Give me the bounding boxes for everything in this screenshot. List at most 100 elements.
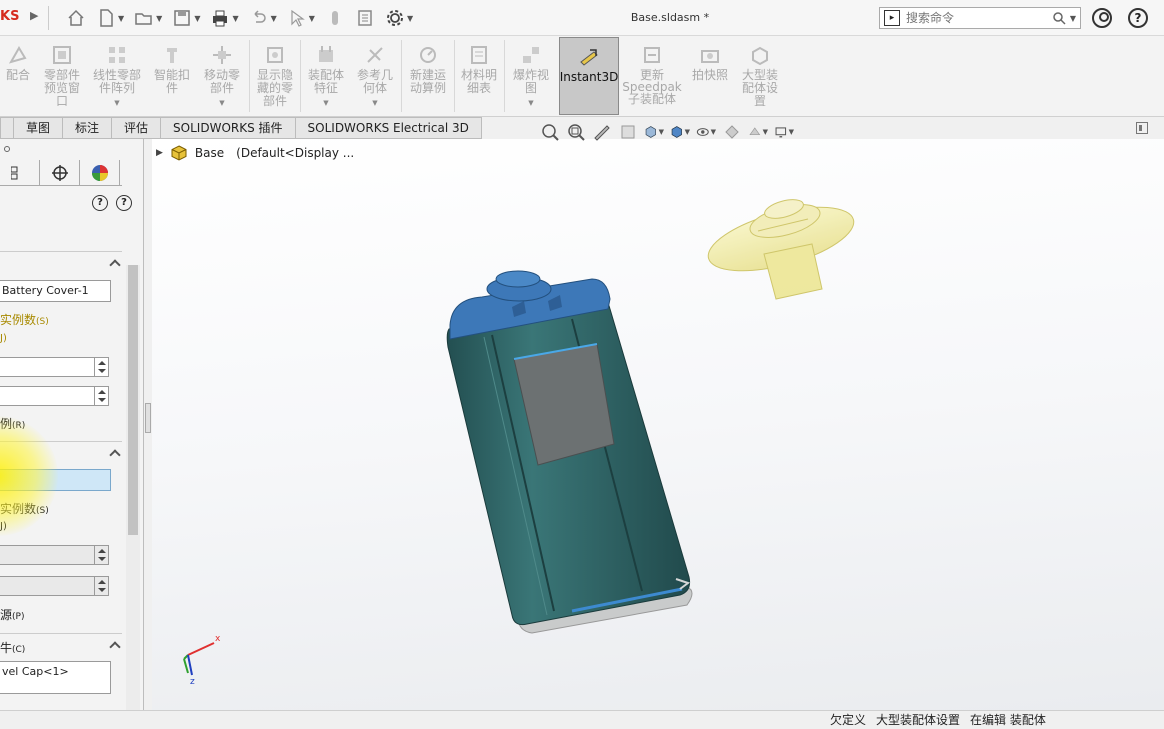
yellow-cap-component[interactable]: [702, 194, 860, 300]
display-style-icon[interactable]: ▼: [670, 122, 690, 142]
tab-assembly[interactable]: [0, 117, 14, 139]
zoom-to-fit-icon[interactable]: [540, 122, 560, 142]
save-icon[interactable]: ▼: [172, 8, 200, 28]
spin-input-4[interactable]: [0, 576, 109, 596]
heads-up-view-toolbar-strip: ▼ ▼ ▼ ▼ ▼: [540, 122, 800, 142]
select-pointer-icon[interactable]: ▼: [287, 8, 315, 28]
assembly-features-button[interactable]: 装配体 特征 ▼: [303, 36, 349, 116]
open-folder-icon[interactable]: ▼: [134, 8, 162, 28]
show-hidden-components-button[interactable]: 显示隐 藏的零 部件: [252, 36, 298, 116]
active-selection-field[interactable]: [0, 469, 111, 491]
help-icon[interactable]: ?: [116, 195, 132, 211]
search-input[interactable]: [904, 10, 1052, 26]
spin-input-1[interactable]: [0, 357, 109, 377]
help-icon[interactable]: ?: [1128, 8, 1148, 28]
panel-pin-icon[interactable]: [4, 146, 10, 152]
title-bar: KS ▶ ▼ ▼ ▼ ▼ ▼ ▼ ▼ Base.sldasm * ▸ 搜索命令 …: [0, 0, 1164, 36]
print-icon[interactable]: ▼: [210, 8, 239, 28]
splitter-handle[interactable]: [145, 403, 151, 433]
view-settings-icon[interactable]: ▼: [774, 122, 794, 142]
spin-arrows-icon[interactable]: [94, 577, 108, 595]
menu-expand-icon[interactable]: ▶: [30, 9, 38, 22]
components-list-field[interactable]: vel Cap<1>: [0, 661, 111, 694]
tab-dimxpert[interactable]: [40, 160, 80, 186]
tab-sketch[interactable]: 草图: [14, 117, 64, 139]
dropdown-arrow-icon[interactable]: ▼: [372, 97, 377, 110]
linear-component-pattern-button[interactable]: 线性零部 件阵列 ▼: [88, 36, 146, 116]
previous-view-icon[interactable]: [592, 122, 612, 142]
sub-label: J): [0, 521, 7, 532]
component-selection-field[interactable]: Battery Cover-1: [0, 280, 111, 302]
camera-icon: [699, 44, 721, 66]
battery-body[interactable]: [446, 298, 691, 626]
search-mode-icon[interactable]: ▸: [884, 10, 900, 26]
view-orientation-icon[interactable]: ▼: [644, 122, 664, 142]
new-document-icon[interactable]: ▼: [96, 8, 124, 28]
apply-scene-icon[interactable]: ▼: [748, 122, 768, 142]
status-large-assembly[interactable]: 大型装配体设置: [876, 711, 960, 729]
label-key: (S): [36, 506, 49, 516]
options-gear-icon[interactable]: ▼: [385, 8, 413, 28]
show-hidden-icon: [264, 44, 286, 66]
scrollbar-thumb[interactable]: [128, 265, 138, 535]
section-header-2[interactable]: [0, 441, 122, 465]
ribbon-label: 新建运 动算例: [409, 68, 446, 95]
section-view-icon[interactable]: [618, 122, 638, 142]
take-snapshot-button[interactable]: 拍快照: [686, 36, 734, 116]
expand-panel-icon[interactable]: [1136, 122, 1148, 134]
user-account-icon[interactable]: [1092, 8, 1112, 28]
dropdown-arrow-icon[interactable]: ▼: [219, 97, 224, 110]
dropdown-arrow-icon[interactable]: ▼: [323, 97, 328, 110]
label-text: 牛: [0, 641, 13, 655]
panel-splitter[interactable]: [144, 139, 152, 710]
section-header-1[interactable]: [0, 251, 122, 275]
smart-fasteners-button[interactable]: 智能扣 件: [148, 36, 196, 116]
search-dropdown-icon[interactable]: ▼: [1070, 14, 1076, 23]
collapse-chevron-icon[interactable]: [110, 640, 120, 650]
spin-arrows-icon[interactable]: [94, 546, 108, 564]
tab-solidworks-addins[interactable]: SOLIDWORKS 插件: [161, 117, 296, 139]
component-preview-window-button[interactable]: 零部件 预览窗 口: [38, 36, 86, 116]
tab-evaluate[interactable]: 评估: [112, 117, 162, 139]
move-component-button[interactable]: 移动零 部件 ▼: [198, 36, 246, 116]
edit-appearance-icon[interactable]: [722, 122, 742, 142]
tab-configuration-manager[interactable]: [0, 160, 40, 186]
rebuild-icon[interactable]: [325, 8, 345, 28]
spin-arrows-icon[interactable]: [94, 358, 108, 376]
tab-markup[interactable]: 标注: [63, 117, 113, 139]
ribbon-label: 大型装 配体设 置: [741, 68, 778, 108]
spin-arrows-icon[interactable]: [94, 387, 108, 405]
tab-display-manager[interactable]: [80, 160, 120, 186]
label-key: (P): [12, 612, 25, 622]
search-commands-box[interactable]: ▸ ▼: [879, 7, 1081, 29]
help-tips-icon[interactable]: ?: [92, 195, 108, 211]
assembly-model[interactable]: [152, 139, 1164, 710]
collapse-chevron-icon[interactable]: [110, 258, 120, 268]
undo-icon[interactable]: ▼: [249, 8, 277, 28]
dropdown-arrow-icon[interactable]: ▼: [114, 97, 119, 110]
update-speedpak-button[interactable]: 更新 Speedpak 子装配体: [622, 36, 682, 116]
instant3d-button[interactable]: Instant3D: [559, 37, 619, 115]
panel-scrollbar[interactable]: [126, 265, 140, 710]
ribbon-label: 装配体 特征: [307, 68, 344, 95]
reference-geometry-button[interactable]: 参考几 何体 ▼: [352, 36, 398, 116]
graphics-area[interactable]: ▶ Base (Default<Display ... x z: [152, 139, 1164, 710]
tab-solidworks-electrical[interactable]: SOLIDWORKS Electrical 3D: [295, 117, 482, 139]
collapse-chevron-icon[interactable]: [110, 448, 120, 458]
large-assembly-settings-button[interactable]: 大型装 配体设 置: [736, 36, 784, 116]
home-icon[interactable]: [66, 8, 86, 28]
reference-geometry-icon: [364, 44, 386, 66]
spin-input-2[interactable]: [0, 386, 109, 406]
spin-input-3[interactable]: [0, 545, 109, 565]
label-text: 例: [0, 417, 13, 431]
mate-button[interactable]: 配合: [0, 36, 36, 116]
exploded-view-button[interactable]: 爆炸视 图 ▼: [507, 36, 555, 116]
motion-study-icon: [417, 44, 439, 66]
zoom-to-area-icon[interactable]: [566, 122, 586, 142]
bill-of-materials-button[interactable]: 材料明 细表: [456, 36, 502, 116]
dropdown-arrow-icon[interactable]: ▼: [528, 97, 533, 110]
search-icon[interactable]: [1052, 11, 1066, 25]
hide-show-items-icon[interactable]: ▼: [696, 122, 716, 142]
file-properties-icon[interactable]: [355, 8, 375, 28]
new-motion-study-button[interactable]: 新建运 动算例: [404, 36, 452, 116]
